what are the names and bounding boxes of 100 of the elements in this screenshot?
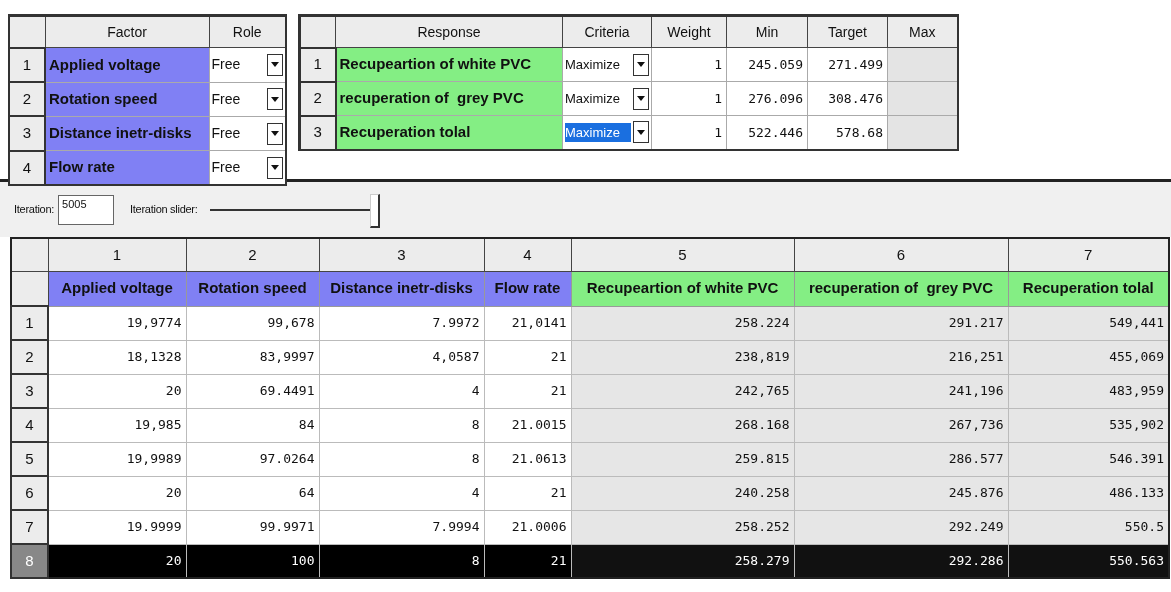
column-header: Criteria [562,15,652,48]
table-cell: 21.0613 [484,442,571,476]
table-cell: 4 [319,374,484,408]
column-header: Weight [651,15,727,48]
table-cell: 21 [484,476,571,510]
table-cell: 1 [651,81,727,116]
table-cell: 7.9994 [319,510,484,544]
row-header: 4 [9,150,45,185]
column-header: 4 [484,238,571,271]
table-cell: 1 [651,115,727,150]
table-cell: 20 [48,374,186,408]
slider-thumb[interactable] [369,193,380,228]
iteration-label: Iteration: [14,202,55,218]
table-cell: 268.168 [571,408,794,442]
table-cell: 276.096 [726,81,808,116]
table-cell: 258.224 [571,306,794,340]
table-cell: 535,902 [1008,408,1169,442]
row-header: 1 [299,47,336,82]
table-cell: 21 [484,374,571,408]
table-cell: 4 [319,476,484,510]
table-cell: 8 [319,408,484,442]
row-header[interactable]: 5 [11,442,48,476]
criteria-dropdown[interactable]: Maximize [565,121,649,144]
column-header: Target [807,15,888,48]
table-cell: 20 [48,476,186,510]
column-header: 2 [186,238,319,271]
corner-cell [9,15,45,48]
row-header[interactable]: 1 [11,306,48,340]
table-cell: 8 [319,442,484,476]
row-header[interactable]: 6 [11,476,48,510]
response-name-cell: Recuperation tolal [335,115,563,150]
column-header: 3 [319,238,484,271]
iteration-field[interactable]: 5005 [58,194,115,225]
table-cell: 292.286 [794,544,1008,578]
row-header[interactable]: 2 [11,340,48,374]
column-header: 1 [48,238,186,271]
corner-cell [299,15,336,48]
table-cell: 549,441 [1008,306,1169,340]
table-cell: 522.446 [726,115,808,150]
table-cell: 308.476 [807,81,888,116]
table-cell: 546.391 [1008,442,1169,476]
table-cell: 8 [319,544,484,578]
table-cell: 20 [48,544,186,578]
slider-label: Iteration slider: [130,202,198,218]
iteration-slider[interactable] [209,191,380,228]
table-cell: 550.563 [1008,544,1169,578]
column-name-header: Recupeartion of white PVC [571,271,794,306]
factor-name-cell: Rotation speed [45,82,209,117]
table-cell: 21 [484,544,571,578]
table-cell: 292.249 [794,510,1008,544]
role-dropdown[interactable]: Free [211,53,283,76]
column-header: Response [335,15,563,48]
criteria-dropdown[interactable]: Maximize [565,87,649,110]
table-cell: 18,1328 [48,340,186,374]
table-cell: 7.9972 [319,306,484,340]
table-cell: 245.059 [726,47,808,82]
table-cell: 216,251 [794,340,1008,374]
table-cell: 19,9989 [48,442,186,476]
table-cell: 286.577 [794,442,1008,476]
table-cell: 4,0587 [319,340,484,374]
table-cell: 83,9997 [186,340,319,374]
table-cell: 550.5 [1008,510,1169,544]
column-header: Role [209,15,286,48]
table-cell [887,47,958,82]
table-cell: 238,819 [571,340,794,374]
table-cell: 69.4491 [186,374,319,408]
table-cell: 291.217 [794,306,1008,340]
column-header: 5 [571,238,794,271]
table-cell: 578.68 [807,115,888,150]
column-name-header: Rotation speed [186,271,319,306]
row-header[interactable]: 7 [11,510,48,544]
table-cell: 258.279 [571,544,794,578]
criteria-dropdown[interactable]: Maximize [565,53,649,76]
table-cell: 259.815 [571,442,794,476]
row-header[interactable]: 8 [11,544,48,578]
column-header: 7 [1008,238,1169,271]
column-header: Max [887,15,958,48]
role-dropdown[interactable]: Free [211,156,283,179]
table-cell: 99.9971 [186,510,319,544]
table-cell: 455,069 [1008,340,1169,374]
role-dropdown[interactable]: Free [211,122,283,145]
column-name-header: Recuperation tolal [1008,271,1169,306]
row-header: 2 [299,81,336,116]
table-cell: 64 [186,476,319,510]
row-header: 2 [9,82,45,117]
table-cell: 19,985 [48,408,186,442]
table-cell: 21.0015 [484,408,571,442]
table-cell: 21 [484,340,571,374]
table-cell: 486.133 [1008,476,1169,510]
role-dropdown[interactable]: Free [211,88,283,111]
table-cell: 21.0006 [484,510,571,544]
row-header: 1 [9,47,45,83]
table-cell: 258.252 [571,510,794,544]
response-name-cell: Recupeartion of white PVC [335,47,563,82]
row-header[interactable]: 3 [11,374,48,408]
table-cell: 267,736 [794,408,1008,442]
row-header[interactable]: 4 [11,408,48,442]
table-cell: 84 [186,408,319,442]
column-name-header: Flow rate [484,271,571,306]
response-name-cell: recuperation of grey PVC [335,81,563,116]
